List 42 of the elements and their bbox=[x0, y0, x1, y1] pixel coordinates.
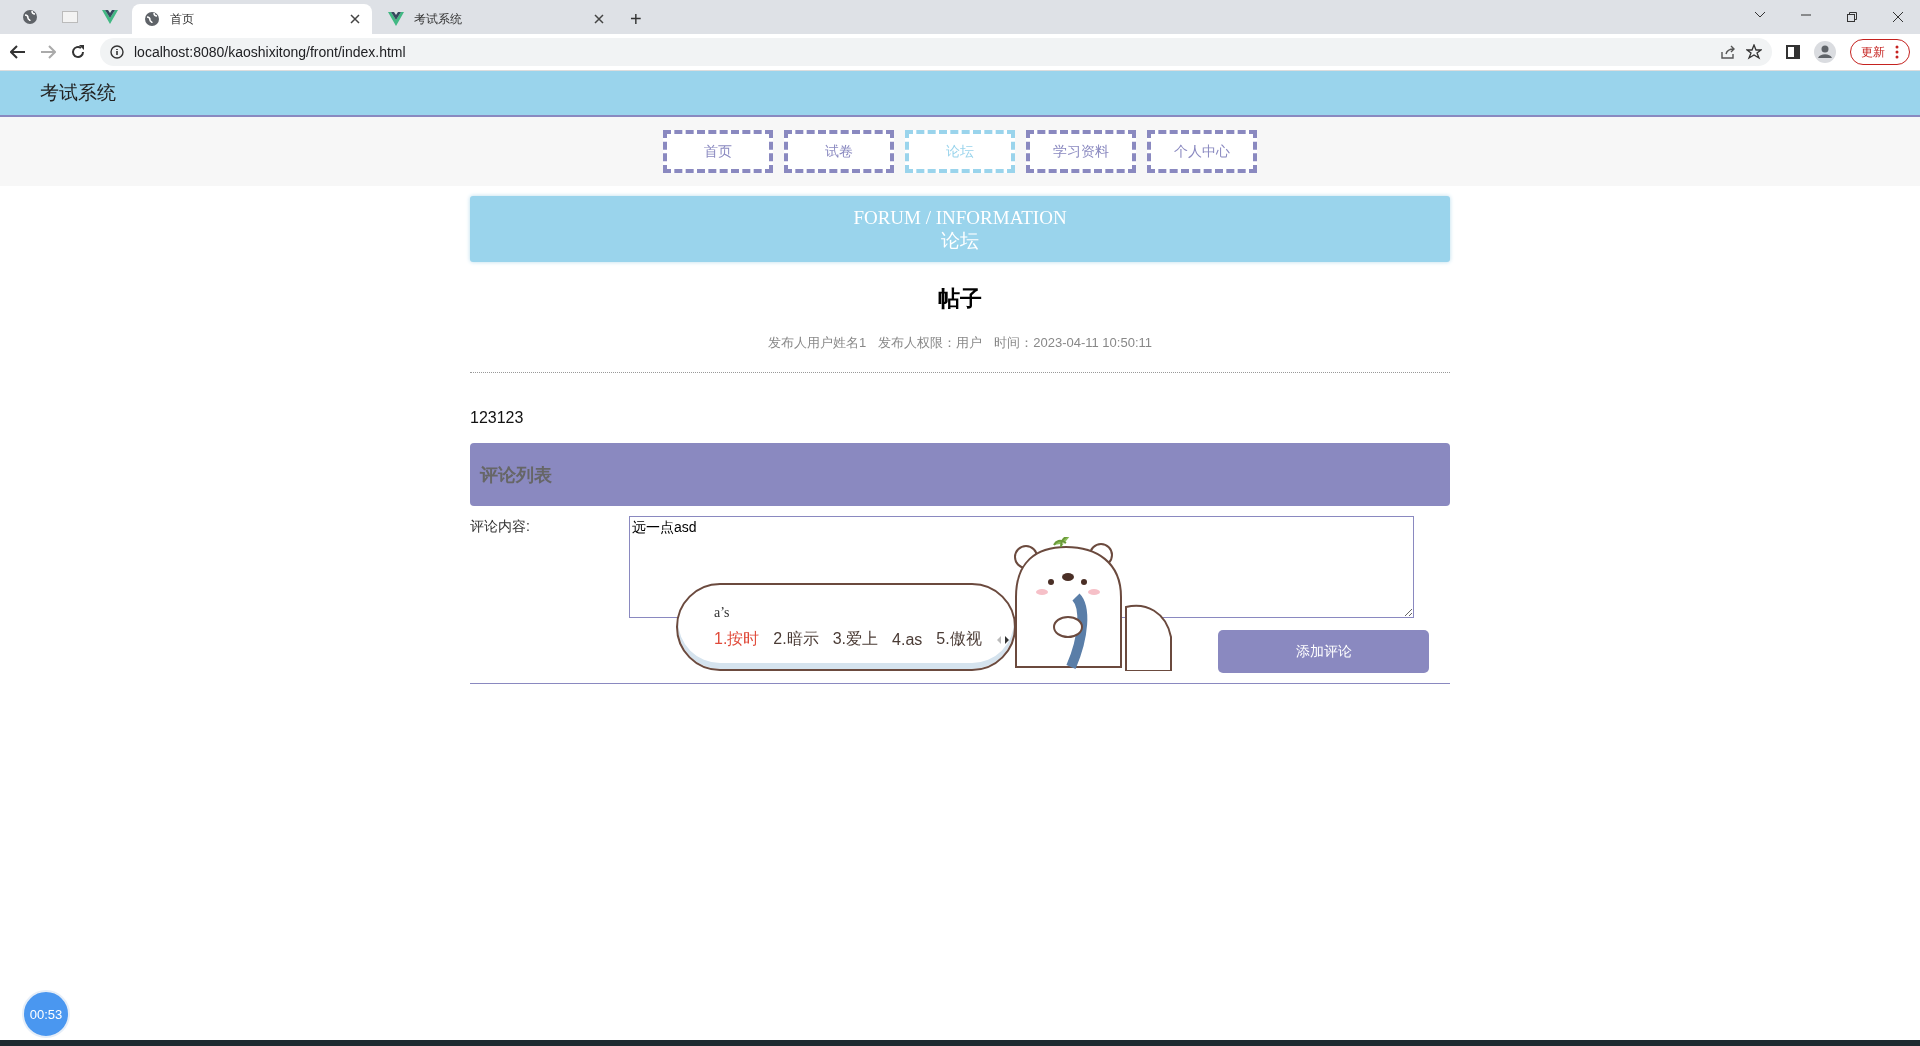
post-content: 123123 bbox=[470, 409, 525, 427]
ime-candidate[interactable]: 2.暗示 bbox=[773, 629, 819, 650]
reload-icon[interactable] bbox=[70, 44, 86, 60]
vue-logo-icon bbox=[388, 12, 404, 26]
back-arrow-icon[interactable] bbox=[10, 45, 26, 59]
close-icon[interactable] bbox=[350, 14, 360, 24]
blank-page-icon bbox=[62, 11, 78, 23]
post-meta: 时间：2023-04-11 10:50:11 bbox=[994, 334, 1152, 352]
comments-heading: 评论列表 bbox=[480, 463, 552, 487]
close-icon[interactable] bbox=[1892, 11, 1904, 23]
url-text: localhost:8080/kaoshixitong/front/index.html bbox=[134, 44, 407, 60]
globe-icon bbox=[22, 9, 38, 25]
ime-candidate[interactable]: 1.按时 bbox=[714, 629, 760, 650]
ime-candidate[interactable]: 3.爱上 bbox=[832, 629, 879, 650]
browser-tab[interactable]: 考试系统 bbox=[376, 4, 616, 34]
share-icon[interactable] bbox=[1720, 44, 1736, 60]
side-panel-icon[interactable] bbox=[1786, 45, 1800, 59]
banner-subtitle: 论坛 bbox=[941, 229, 979, 252]
browser-tab[interactable]: 首页 bbox=[132, 4, 372, 34]
post-meta: 发布人用户姓名1 bbox=[768, 334, 867, 352]
banner-title: FORUM / INFORMATION bbox=[853, 206, 1067, 229]
site-title: 考试系统 bbox=[40, 81, 116, 105]
ime-composition: a’s bbox=[714, 605, 730, 621]
update-button[interactable]: 更新 bbox=[1850, 39, 1910, 65]
comment-label: 评论内容: bbox=[470, 517, 531, 536]
post-meta: 发布人权限：用户 bbox=[878, 334, 983, 352]
page-arrows-icon[interactable] bbox=[995, 634, 1010, 645]
info-icon[interactable] bbox=[110, 45, 124, 59]
close-icon[interactable] bbox=[594, 14, 604, 24]
address-bar[interactable]: localhost:8080/kaoshixitong/front/index.html bbox=[100, 38, 1772, 66]
chevron-down-icon[interactable] bbox=[1754, 11, 1766, 19]
minimize-icon[interactable] bbox=[1800, 11, 1812, 19]
post-title: 帖子 bbox=[937, 285, 983, 313]
star-icon[interactable] bbox=[1746, 44, 1762, 60]
ime-candidate[interactable]: 4.as bbox=[892, 630, 923, 649]
vue-logo-icon bbox=[102, 10, 118, 24]
new-tab-button[interactable]: + bbox=[620, 4, 652, 34]
restore-icon[interactable] bbox=[1846, 11, 1858, 23]
ime-candidate[interactable]: 5.傲视 bbox=[936, 629, 982, 650]
more-icon[interactable] bbox=[1895, 45, 1899, 59]
profile-icon[interactable] bbox=[1814, 41, 1836, 63]
globe-icon bbox=[144, 11, 160, 27]
